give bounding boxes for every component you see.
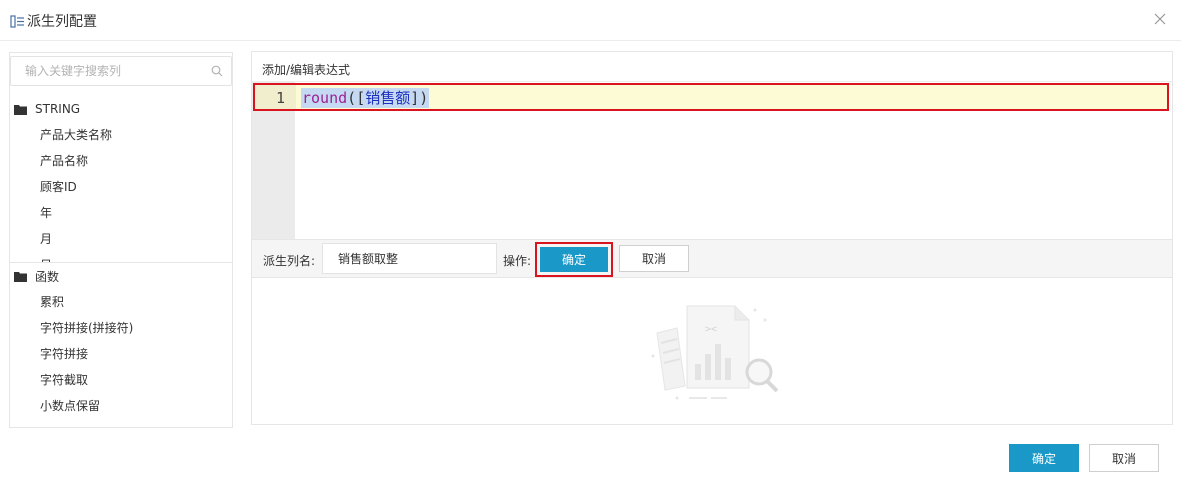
search-box	[10, 56, 232, 86]
code-field: 销售额	[365, 89, 411, 107]
column-item[interactable]: 年	[10, 200, 232, 226]
folder-label: 函数	[35, 269, 60, 284]
folder-string[interactable]: STRING	[10, 96, 232, 122]
function-item[interactable]: 小数点保留	[10, 393, 232, 419]
search-input[interactable]	[25, 64, 205, 78]
column-name-input[interactable]	[322, 243, 497, 274]
function-item[interactable]: 字符拼接	[10, 341, 232, 367]
code-bracket-close: ]	[410, 89, 420, 107]
line-number: 1	[275, 89, 285, 107]
function-group: 函数 累积 字符拼接(拼接符) 字符拼接 字符截取 小数点保留	[10, 263, 232, 427]
folder-icon	[14, 271, 27, 282]
dialog-header: 派生列配置	[0, 0, 1181, 41]
close-icon[interactable]	[1153, 12, 1167, 26]
code-function: round	[302, 89, 348, 107]
svg-text:><: ><	[705, 324, 717, 335]
dialog-title: 派生列配置	[27, 14, 97, 30]
column-list-panel: STRING 产品大类名称 产品名称 顾客ID 年 月 日 函数 累积 字符拼接…	[9, 52, 233, 428]
code-selection[interactable]: round([销售额])	[301, 88, 430, 108]
expression-panel: 添加/编辑表达式 1 round([销售额]) 派生列名: 操作: 确定 取消 …	[251, 51, 1173, 425]
confirm-expression-button[interactable]: 确定	[540, 247, 608, 272]
code-paren-open: (	[347, 89, 357, 107]
dialog-cancel-button[interactable]: 取消	[1089, 444, 1159, 472]
column-item[interactable]: 日	[10, 252, 232, 262]
active-line-highlight: 1 round([销售额])	[253, 83, 1169, 111]
expression-editor[interactable]: 1 round([销售额])	[252, 81, 1172, 240]
column-item[interactable]: 产品名称	[10, 148, 232, 174]
folder-label: STRING	[35, 102, 81, 116]
column-item[interactable]: 月	[10, 226, 232, 252]
folder-icon	[14, 104, 27, 115]
code-paren-close: )	[419, 89, 429, 107]
code-bracket-open: [	[356, 89, 366, 107]
function-item[interactable]: 累积	[10, 289, 232, 315]
expression-label: 添加/编辑表达式	[262, 63, 351, 77]
derived-column-icon	[10, 14, 24, 28]
empty-data-illustration: ><	[651, 305, 779, 400]
column-item[interactable]: 顾客ID	[10, 174, 232, 200]
function-item[interactable]: 字符拼接(拼接符)	[10, 315, 232, 341]
column-item[interactable]: 产品大类名称	[10, 122, 232, 148]
string-column-group: STRING 产品大类名称 产品名称 顾客ID 年 月 日	[10, 96, 232, 263]
derived-column-form: 派生列名: 操作: 确定 取消	[252, 239, 1172, 278]
folder-functions[interactable]: 函数	[10, 263, 232, 289]
column-name-label: 派生列名:	[263, 254, 316, 268]
ok-button-highlight: 确定	[535, 242, 613, 277]
dialog-ok-button[interactable]: 确定	[1009, 444, 1079, 472]
search-icon[interactable]	[211, 65, 223, 77]
operation-label: 操作:	[503, 254, 532, 268]
function-item[interactable]: 字符截取	[10, 367, 232, 393]
dialog-title-wrap: 派生列配置	[10, 11, 97, 31]
cancel-expression-button[interactable]: 取消	[619, 245, 689, 272]
